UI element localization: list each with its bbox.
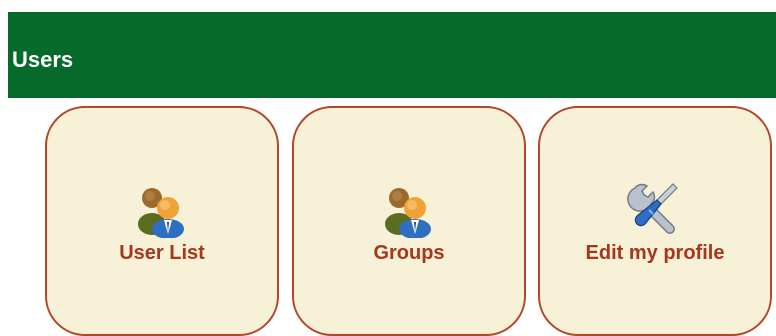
edit-profile-label: Edit my profile — [585, 242, 725, 264]
user-list-label: User List — [119, 242, 205, 264]
users-icon — [377, 174, 441, 238]
groups-button[interactable]: Groups — [292, 106, 526, 336]
tools-icon — [623, 174, 687, 238]
page-title: Users — [12, 47, 74, 72]
page-header: Users — [8, 12, 776, 98]
groups-label: Groups — [373, 242, 445, 264]
user-list-button[interactable]: User List — [45, 106, 279, 336]
users-icon — [130, 174, 194, 238]
edit-profile-button[interactable]: Edit my profile — [538, 106, 772, 336]
